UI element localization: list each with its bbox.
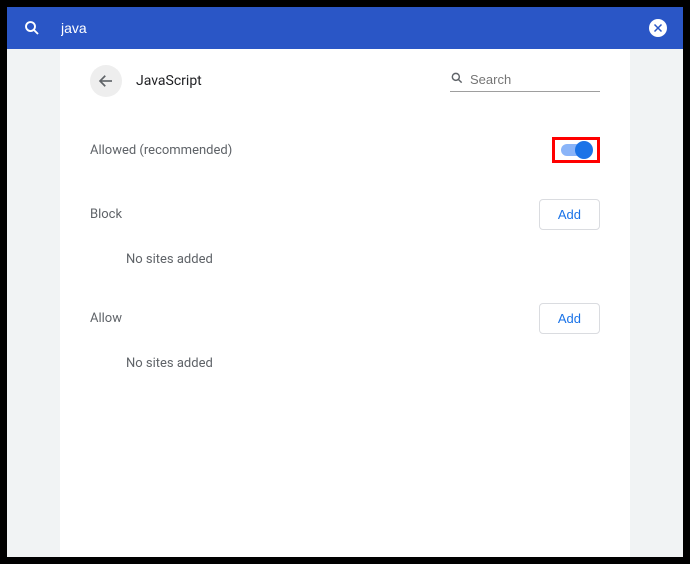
- allow-section-header: Allow Add: [90, 303, 600, 334]
- block-section-header: Block Add: [90, 199, 600, 230]
- top-search-input[interactable]: [61, 20, 649, 36]
- allowed-toggle[interactable]: [561, 144, 591, 156]
- toggle-highlight-box: [552, 137, 600, 163]
- panel-search[interactable]: [450, 70, 600, 92]
- close-search-button[interactable]: [649, 19, 667, 37]
- allowed-label: Allowed (recommended): [90, 143, 232, 158]
- allow-empty-text: No sites added: [126, 356, 600, 371]
- panel-search-input[interactable]: [470, 72, 600, 87]
- settings-panel: JavaScript Allowed (recommended) Bloc: [60, 49, 630, 557]
- block-heading: Block: [90, 207, 122, 222]
- search-icon: [23, 19, 41, 37]
- block-empty-text: No sites added: [126, 252, 600, 267]
- app-frame: JavaScript Allowed (recommended) Bloc: [7, 7, 683, 557]
- page-title: JavaScript: [136, 73, 202, 89]
- top-search-bar: [7, 7, 683, 49]
- content-area: JavaScript Allowed (recommended) Bloc: [7, 49, 683, 557]
- back-button[interactable]: [90, 65, 122, 97]
- allow-add-button[interactable]: Add: [539, 303, 600, 334]
- search-icon: [450, 70, 464, 89]
- panel-header: JavaScript: [90, 61, 600, 101]
- toggle-thumb: [575, 141, 593, 159]
- allowed-row: Allowed (recommended): [90, 137, 600, 163]
- block-add-button[interactable]: Add: [539, 199, 600, 230]
- allow-heading: Allow: [90, 311, 122, 326]
